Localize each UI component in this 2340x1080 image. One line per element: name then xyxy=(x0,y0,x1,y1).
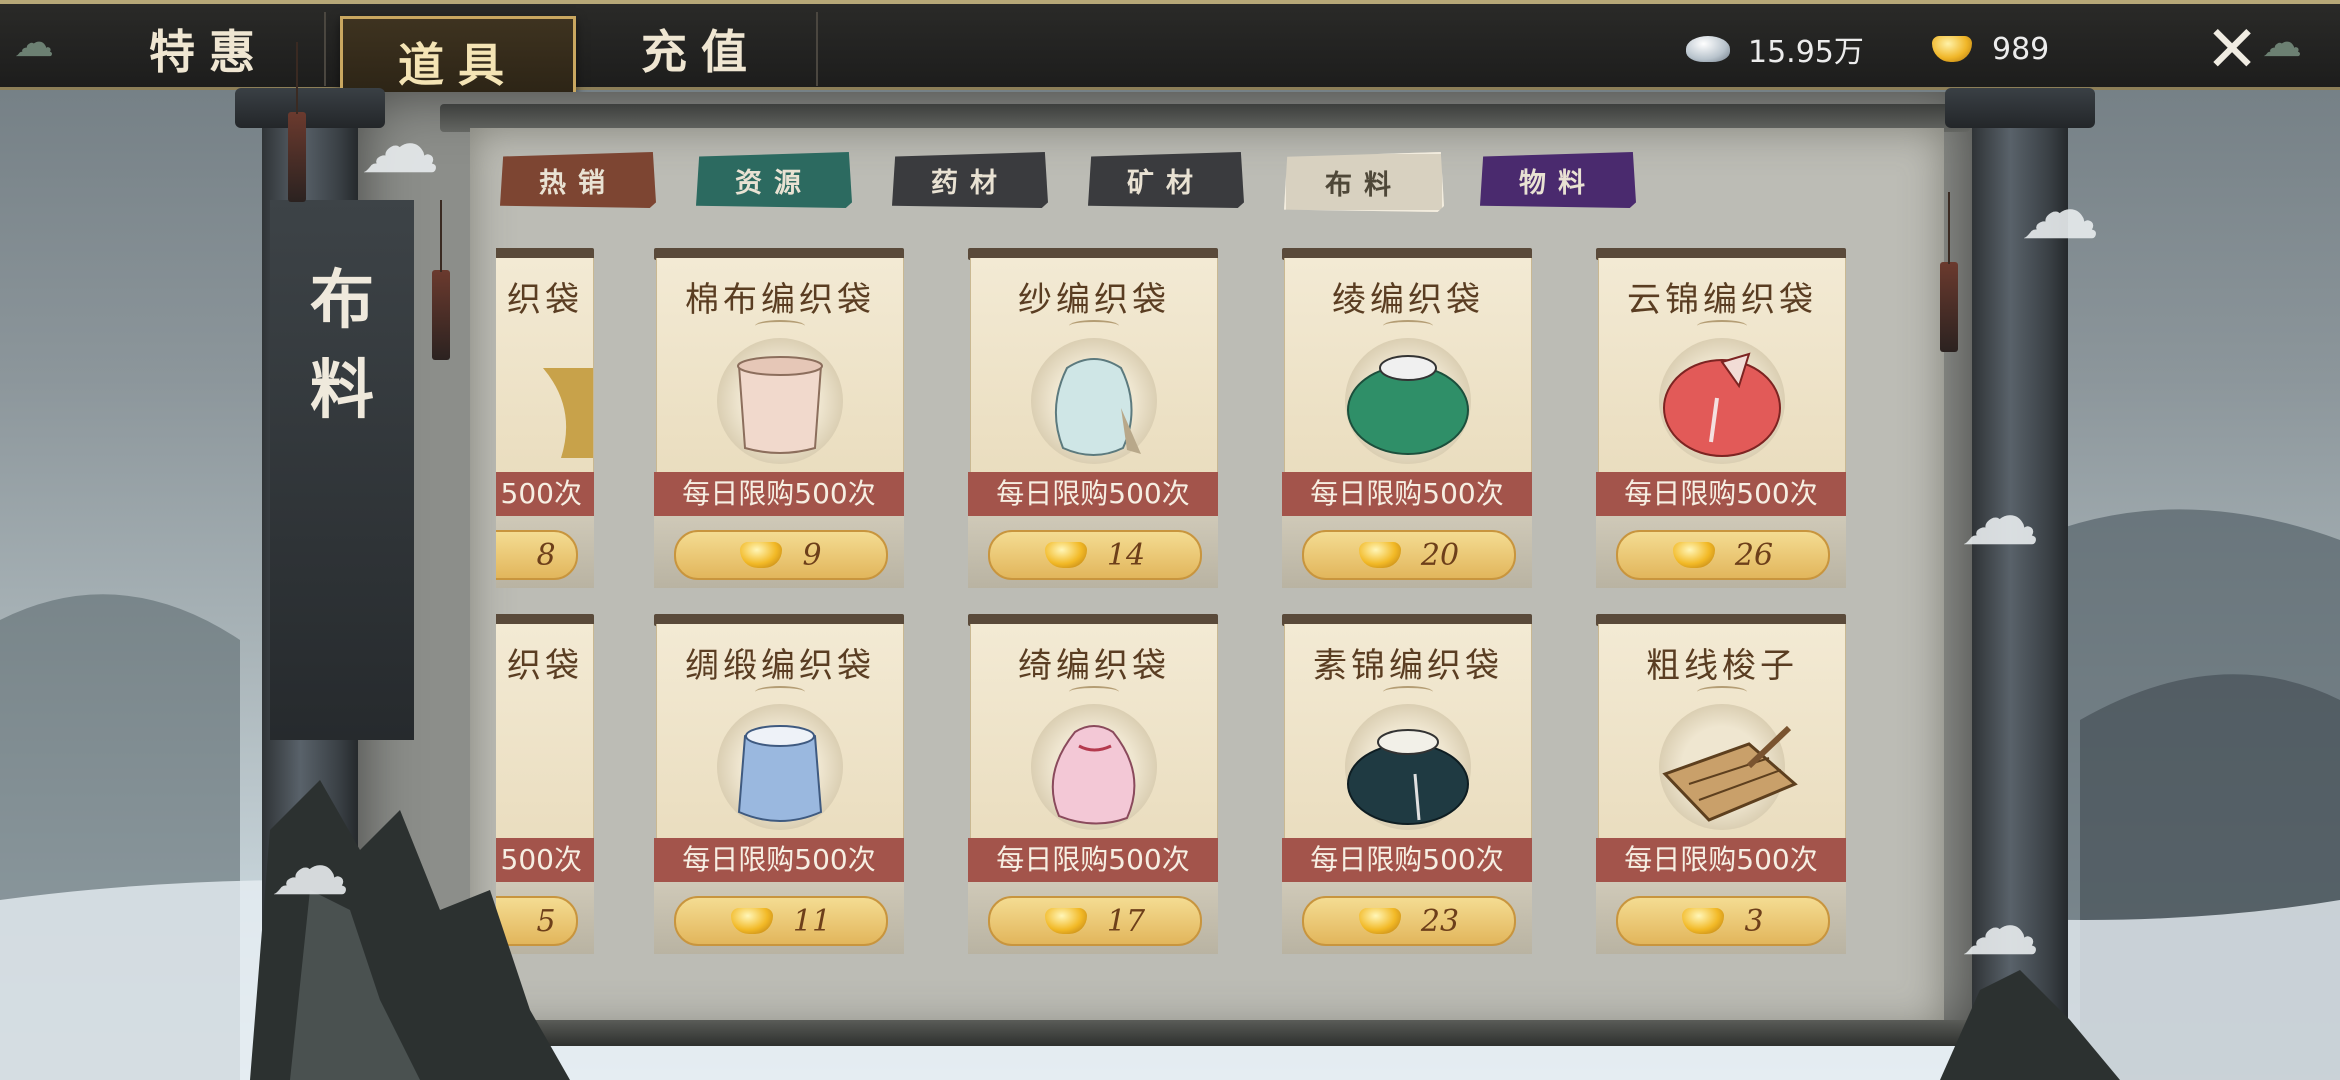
category-tab-materials[interactable]: 物料 xyxy=(1480,152,1636,208)
item-card[interactable]: 纱编织袋 每日限购500次 14 xyxy=(968,248,1218,588)
top-bar: ☁ 特惠 道具 充值 15.95万 989 ✕ ☁ xyxy=(0,0,2340,108)
satin-bag-icon xyxy=(737,725,823,822)
price-button[interactable]: 11 xyxy=(674,896,888,946)
item-card[interactable]: 绸缎编织袋 每日限购500次 11 xyxy=(654,614,904,954)
cloud-swirl-icon: ☁ xyxy=(1960,470,2040,563)
item-price: 26 xyxy=(1734,537,1774,573)
purchase-limit: 每日限购500次 xyxy=(1596,472,1846,516)
gold-ingot-icon xyxy=(1044,542,1087,568)
close-x-icon[interactable]: ✕ xyxy=(2202,18,2262,82)
gold-ingot-icon xyxy=(730,908,773,934)
tab-recharge[interactable]: 充值 xyxy=(586,12,818,86)
item-price: 17 xyxy=(1106,903,1146,939)
section-title-char: 布 xyxy=(310,263,374,338)
price-button[interactable]: 3 xyxy=(1616,896,1830,946)
purchase-limit: 每日限购500次 xyxy=(1596,838,1846,882)
shuttle-icon xyxy=(1662,725,1798,822)
gold-ingot-icon xyxy=(1672,542,1715,568)
item-card[interactable]: 粗线梭子 每日限购500次 3 xyxy=(1596,614,1846,954)
cloud-swirl-icon: ☁ xyxy=(2020,164,2100,257)
price-button[interactable]: 26 xyxy=(1616,530,1830,580)
scroll-bottom-rod xyxy=(440,1020,1970,1046)
gold-ingot-icon xyxy=(1682,908,1725,934)
silver-currency: 15.95万 xyxy=(1686,26,1864,72)
item-price: 14 xyxy=(1106,537,1146,573)
gold-ingot-icon xyxy=(740,542,783,568)
rock-decoration xyxy=(250,780,570,1080)
brocade-bag-icon xyxy=(1663,352,1781,457)
gold-ingot-icon xyxy=(1358,908,1401,934)
price-button[interactable]: 23 xyxy=(1302,896,1516,946)
item-name: 织袋 xyxy=(507,646,583,686)
silver-ingot-icon xyxy=(1686,36,1730,62)
price-button[interactable]: 17 xyxy=(988,896,1202,946)
cotton-sack-icon xyxy=(737,356,823,454)
item-price: 3 xyxy=(1744,903,1764,939)
item-card[interactable]: 棉布编织袋 每日限购500次 9 xyxy=(654,248,904,588)
tab-special-offer[interactable]: 特惠 xyxy=(94,12,326,86)
purchase-limit: 每日限购500次 xyxy=(654,472,904,516)
tassel-icon xyxy=(432,200,450,360)
section-title-char: 料 xyxy=(310,353,374,428)
purchase-limit: 每日限购500次 xyxy=(1282,472,1532,516)
cloud-ornament-icon: ☁ xyxy=(2262,20,2302,66)
item-price: 23 xyxy=(1420,903,1460,939)
item-card[interactable]: 绮编织袋 每日限购500次 17 xyxy=(968,614,1218,954)
category-tab-cloth[interactable]: 布料 xyxy=(1284,152,1444,212)
item-card[interactable]: 素锦编织袋 每日限购500次 23 xyxy=(1282,614,1532,954)
price-button[interactable]: 9 xyxy=(674,530,888,580)
purchase-limit: 500次 xyxy=(496,472,594,516)
item-card[interactable]: 织袋 500次 8 xyxy=(496,248,594,588)
purchase-limit: 每日限购500次 xyxy=(654,838,904,882)
gold-amount: 989 xyxy=(1992,31,2050,67)
item-price: 9 xyxy=(802,537,822,573)
cloud-ornament-icon: ☁ xyxy=(14,20,54,66)
category-tab-herbs[interactable]: 药材 xyxy=(892,152,1048,208)
rock-decoration xyxy=(1940,970,2120,1080)
category-tab-hot[interactable]: 热销 xyxy=(500,152,656,208)
damask-bag-icon xyxy=(1347,355,1469,455)
item-card[interactable]: 云锦编织袋 每日限购500次 26 xyxy=(1596,248,1846,588)
price-button[interactable]: 20 xyxy=(1302,530,1516,580)
silk-bag-icon xyxy=(1051,725,1136,825)
plain-brocade-bag-icon xyxy=(1347,729,1469,825)
purchase-limit: 每日限购500次 xyxy=(968,838,1218,882)
item-card[interactable]: 绫编织袋 每日限购500次 20 xyxy=(1282,248,1532,588)
cloud-swirl-icon: ☁ xyxy=(270,820,350,913)
yellow-cloth-bag-icon xyxy=(543,368,593,458)
section-banner: 布 料 xyxy=(270,200,414,740)
gauze-bag-icon xyxy=(1054,358,1141,456)
silver-amount: 15.95万 xyxy=(1748,35,1864,70)
gold-currency: 989 xyxy=(1932,26,2049,72)
purchase-limit: 每日限购500次 xyxy=(968,472,1218,516)
category-tab-ores[interactable]: 矿材 xyxy=(1088,152,1244,208)
tassel-icon xyxy=(1940,192,1958,352)
category-tab-resources[interactable]: 资源 xyxy=(696,152,852,208)
cloud-swirl-icon: ☁ xyxy=(1960,880,2040,973)
item-price: 11 xyxy=(792,903,832,939)
gold-ingot-icon xyxy=(1932,36,1972,62)
item-price: 20 xyxy=(1420,537,1460,573)
item-grid: 织袋 500次 8 棉布编织袋 每日限购500次 9 纱编织袋 每日限购500次… xyxy=(496,240,1876,1000)
gold-ingot-icon xyxy=(1358,542,1401,568)
cloud-swirl-icon: ☁ xyxy=(360,98,440,191)
price-button[interactable]: 8 xyxy=(496,530,578,580)
purchase-limit: 每日限购500次 xyxy=(1282,838,1532,882)
gold-ingot-icon xyxy=(1044,908,1087,934)
price-button[interactable]: 14 xyxy=(988,530,1202,580)
item-price: 8 xyxy=(536,537,556,573)
tassel-icon xyxy=(288,42,306,202)
